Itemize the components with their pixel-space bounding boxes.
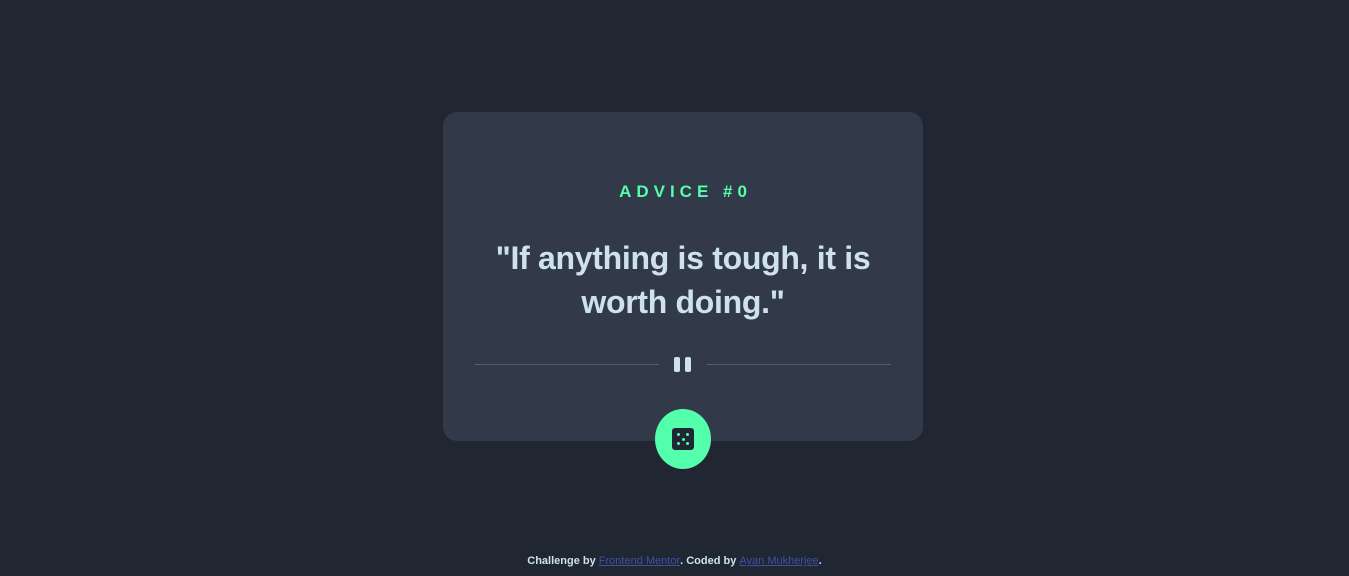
advice-number-label: ADVICE #0 [619,182,752,201]
pattern-divider [475,356,891,374]
generate-advice-button[interactable] [655,409,711,469]
dice-icon [672,428,694,450]
dice-dot [677,442,680,445]
divider-line-left [475,364,659,365]
footer-suffix: . [818,555,822,567]
dice-dot [686,433,689,436]
dice-dot [681,437,685,441]
frontend-mentor-link[interactable]: Frontend Mentor [599,555,680,567]
pause-bar-right [685,357,691,372]
advice-card: ADVICE #0 "If anything is tough, it is w… [443,112,923,441]
page: ADVICE #0 "If anything is tough, it is w… [0,0,1349,576]
pause-icon [673,357,693,372]
footer-middle: . Coded by [680,555,740,567]
divider-line-right [707,364,891,365]
advice-quote: "If anything is tough, it is worth doing… [495,240,871,320]
dice-dot [677,433,680,436]
attribution-footer: Challenge by Frontend Mentor. Coded by A… [0,554,1349,568]
author-link[interactable]: Ayan Mukherjee [739,555,818,567]
dice-dot [686,442,689,445]
pause-bar-left [674,357,680,372]
footer-prefix: Challenge by [527,555,599,567]
